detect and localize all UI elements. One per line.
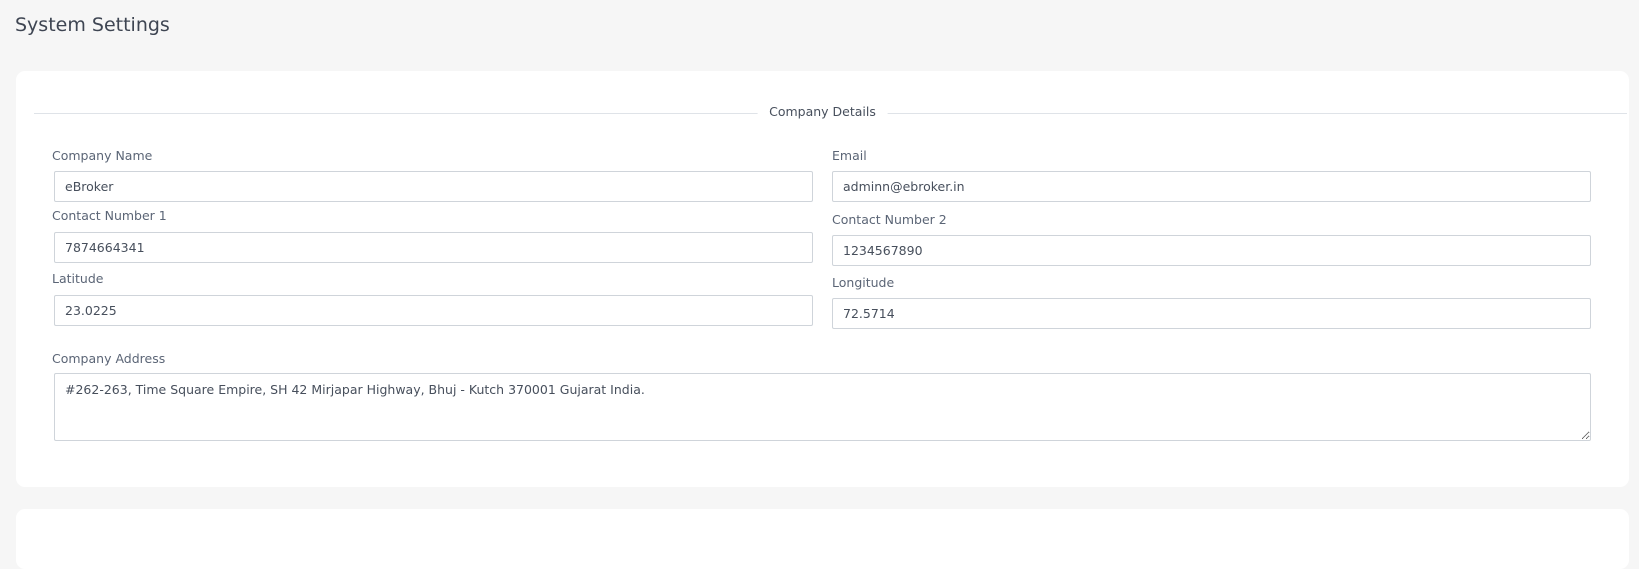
- company-name-label: Company Name: [52, 148, 153, 163]
- page-title: System Settings: [15, 14, 170, 36]
- email-label: Email: [832, 148, 867, 163]
- contact-number-2-label: Contact Number 2: [832, 212, 947, 227]
- longitude-label: Longitude: [832, 275, 895, 290]
- latitude-label: Latitude: [52, 271, 104, 286]
- company-details-card: Company Details Company Name Email Conta…: [16, 71, 1629, 487]
- next-settings-card: [16, 509, 1629, 569]
- contact-number-1-label: Contact Number 1: [52, 208, 167, 223]
- latitude-input[interactable]: [54, 295, 813, 326]
- longitude-input[interactable]: [832, 298, 1591, 329]
- contact-number-1-input[interactable]: [54, 232, 813, 263]
- company-address-textarea[interactable]: #262-263, Time Square Empire, SH 42 Mirj…: [54, 373, 1591, 441]
- contact-number-2-input[interactable]: [832, 235, 1591, 266]
- section-title: Company Details: [757, 104, 888, 119]
- email-input[interactable]: [832, 171, 1591, 202]
- company-name-input[interactable]: [54, 171, 813, 202]
- company-address-label: Company Address: [52, 351, 166, 366]
